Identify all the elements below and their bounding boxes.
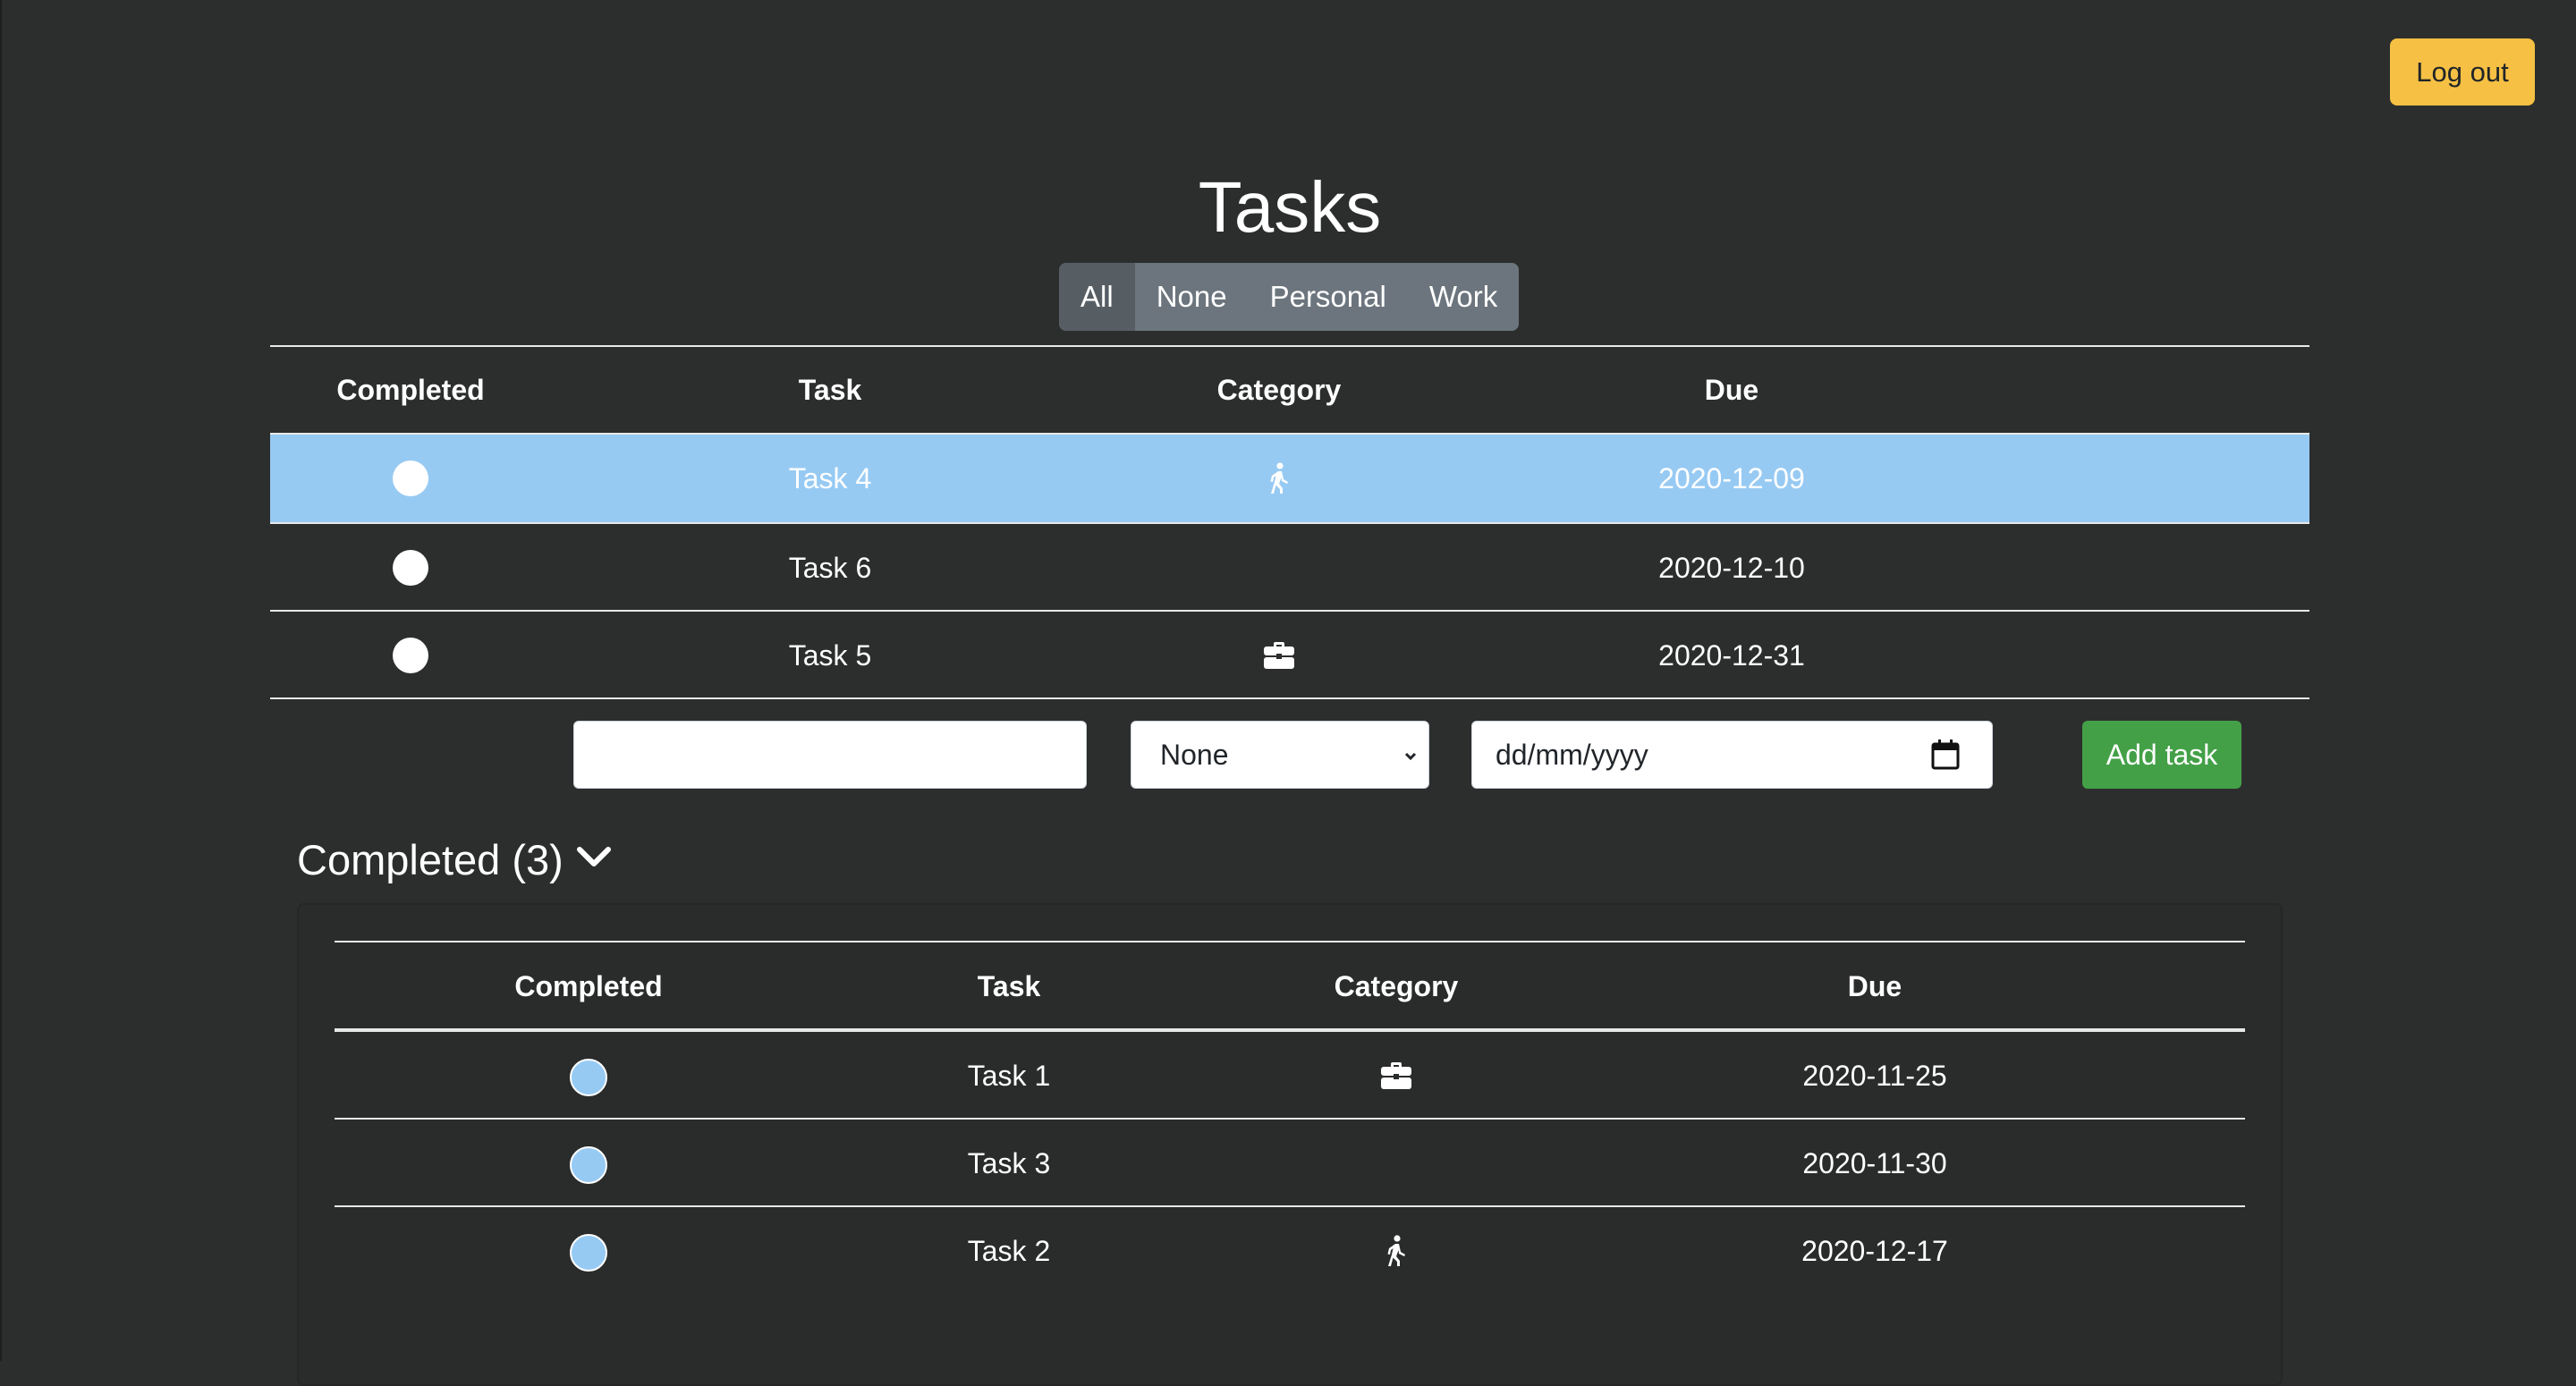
task-name: Task 6 <box>788 551 872 584</box>
filter-personal-button[interactable]: Personal <box>1248 263 1408 331</box>
row-divider <box>270 522 2309 524</box>
table-header-divider <box>335 1028 2245 1032</box>
category-select-value: None <box>1160 738 1229 771</box>
radio-circle[interactable] <box>393 638 428 673</box>
radio-circle[interactable] <box>393 461 428 496</box>
page-title: Tasks <box>1198 167 1382 247</box>
filter-work-button[interactable]: Work <box>1407 263 1520 331</box>
complete-toggle[interactable] <box>570 1059 607 1096</box>
complete-toggle[interactable] <box>393 638 428 673</box>
briefcase-icon <box>1381 1061 1411 1091</box>
column-header-task: Task <box>798 373 862 406</box>
due-date: 2020-11-30 <box>1802 1146 1947 1179</box>
add-task-button[interactable]: Add task <box>2082 721 2241 789</box>
briefcase-icon <box>1264 640 1294 671</box>
radio-circle[interactable] <box>393 550 428 586</box>
column-header-completed: Completed <box>514 969 663 1002</box>
radio-circle-checked[interactable] <box>570 1234 607 1272</box>
column-header-category: Category <box>1334 969 1459 1002</box>
due-date: 2020-11-25 <box>1802 1059 1947 1092</box>
logout-button[interactable]: Log out <box>2390 38 2535 106</box>
due-date: 2020-12-17 <box>1801 1234 1948 1267</box>
walking-icon <box>1385 1235 1408 1267</box>
category-select[interactable]: None <box>1131 721 1429 789</box>
filter-none-button[interactable]: None <box>1134 263 1249 331</box>
completed-heading: Completed (3) <box>297 836 564 883</box>
row-divider <box>270 697 2309 699</box>
due-date: 2020-12-31 <box>1658 638 1805 672</box>
walking-icon <box>1267 462 1291 494</box>
column-header-category: Category <box>1216 373 1342 406</box>
chevron-down-icon <box>1398 743 1423 776</box>
filter-all-button[interactable]: All <box>1059 263 1135 331</box>
complete-toggle[interactable] <box>570 1146 607 1184</box>
due-date-placeholder: dd/mm/yyyy <box>1496 738 1648 771</box>
complete-toggle[interactable] <box>570 1234 607 1272</box>
task-name: Task 3 <box>967 1146 1051 1179</box>
task-name: Task 4 <box>788 461 872 494</box>
column-header-due: Due <box>1704 373 1759 406</box>
table-top-divider <box>335 941 2245 942</box>
due-date: 2020-12-09 <box>1658 461 1805 494</box>
table-top-divider <box>270 345 2309 347</box>
task-name: Task 5 <box>788 638 872 672</box>
calendar-icon[interactable] <box>1931 739 1960 777</box>
task-name-input[interactable] <box>573 721 1087 789</box>
due-date-input[interactable]: dd/mm/yyyy <box>1471 721 1993 789</box>
complete-toggle[interactable] <box>393 550 428 586</box>
task-name: Task 1 <box>967 1059 1051 1092</box>
completed-section-toggle[interactable]: Completed (3) <box>297 833 614 886</box>
category-filter-group: All None Personal Work <box>1059 263 1520 331</box>
radio-circle-checked[interactable] <box>570 1146 607 1184</box>
task-name: Task 2 <box>967 1234 1051 1267</box>
complete-toggle[interactable] <box>393 461 428 496</box>
row-divider <box>335 1118 2245 1120</box>
column-header-due: Due <box>1847 969 1902 1002</box>
row-divider <box>270 610 2309 612</box>
due-date: 2020-12-10 <box>1658 551 1805 584</box>
chevron-down-icon <box>574 837 614 886</box>
column-header-task: Task <box>977 969 1041 1002</box>
column-header-completed: Completed <box>336 373 485 406</box>
radio-circle-checked[interactable] <box>570 1059 607 1096</box>
row-divider <box>335 1205 2245 1207</box>
